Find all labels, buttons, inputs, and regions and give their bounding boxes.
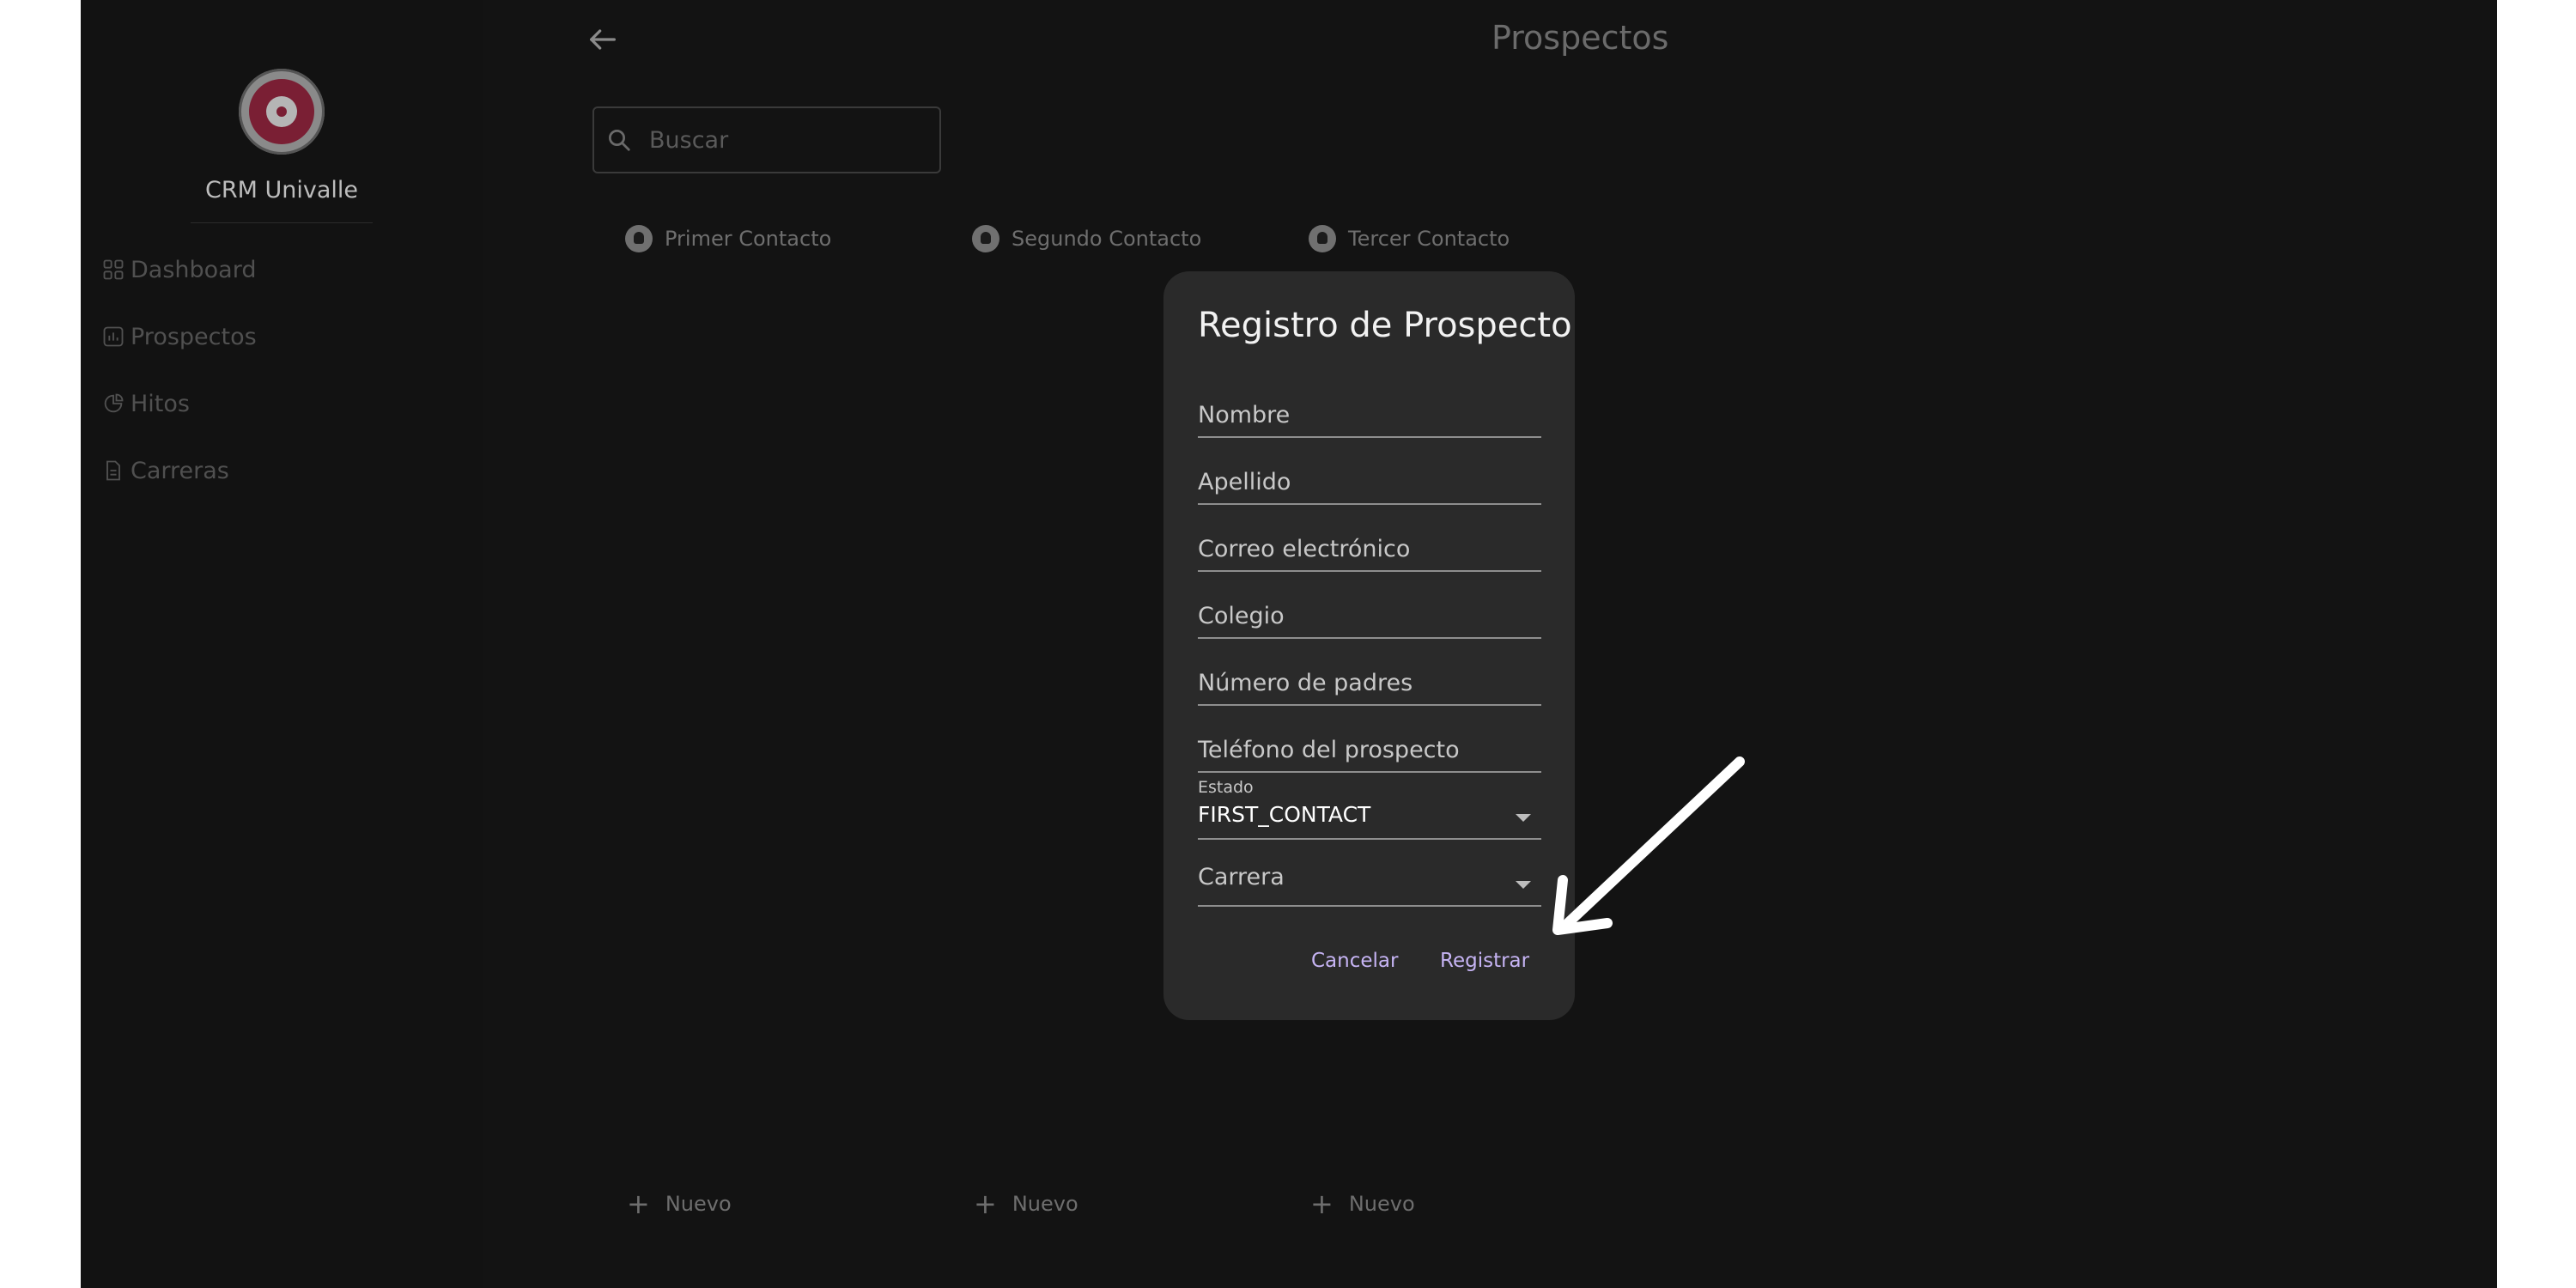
sidebar-item-label: Carreras — [131, 457, 229, 484]
correo-field[interactable]: Correo electrónico — [1198, 503, 1541, 572]
dialog-form: Nombre Apellido Correo electrónico Coleg… — [1163, 271, 1575, 1020]
lightbulb-icon — [1309, 225, 1336, 252]
search-icon — [609, 130, 630, 151]
app-title: CRM Univalle — [204, 177, 358, 204]
field-label: Correo electrónico — [1198, 536, 1411, 562]
colegio-field[interactable]: Colegio — [1198, 570, 1541, 639]
carrera-select[interactable]: Carrera — [1198, 838, 1541, 907]
column-header-segundo-contacto: Segundo Contacto — [972, 225, 1201, 252]
new-card-button[interactable]: + Nuevo — [974, 1190, 1078, 1218]
numero-padres-field[interactable]: Número de padres — [1198, 637, 1541, 706]
plus-icon: + — [627, 1188, 650, 1220]
new-card-label: Nuevo — [1012, 1192, 1078, 1216]
field-label: Nombre — [1198, 402, 1291, 428]
field-label: Colegio — [1198, 603, 1285, 629]
estado-value: FIRST_CONTACT — [1198, 802, 1371, 827]
annotation-arrow-icon — [1552, 756, 1745, 935]
cancel-button[interactable]: Cancelar — [1303, 946, 1406, 975]
field-label: Apellido — [1198, 469, 1291, 495]
univalle-logo — [239, 69, 325, 155]
field-label: Número de padres — [1198, 670, 1413, 696]
nombre-field[interactable]: Nombre — [1198, 369, 1541, 438]
lightbulb-icon — [972, 225, 999, 252]
search-box — [592, 106, 941, 173]
document-icon — [106, 460, 120, 481]
apellido-field[interactable]: Apellido — [1198, 436, 1541, 505]
plus-icon: + — [1310, 1188, 1334, 1220]
field-label: Carrera — [1198, 864, 1285, 890]
app-window: CRM Univalle Dashboard Prospectos Hitos — [81, 0, 2497, 1288]
telefono-field[interactable]: Teléfono del prospecto — [1198, 704, 1541, 773]
arrow-left-icon[interactable] — [586, 22, 620, 57]
sidebar: CRM Univalle Dashboard Prospectos Hitos — [81, 0, 483, 1288]
pie-icon — [104, 393, 124, 413]
field-label: Teléfono del prospecto — [1198, 737, 1460, 763]
new-card-button[interactable]: + Nuevo — [627, 1190, 732, 1218]
register-button[interactable]: Registrar — [1431, 946, 1538, 975]
sidebar-item-label: Dashboard — [131, 256, 257, 283]
sidebar-item-label: Prospectos — [131, 323, 257, 350]
column-header-primer-contacto: Primer Contacto — [625, 225, 831, 252]
page-title: Prospectos — [1492, 19, 1669, 57]
column-title: Tercer Contacto — [1348, 227, 1510, 251]
sidebar-item-prospectos[interactable]: Prospectos — [101, 318, 257, 355]
plus-icon: + — [974, 1188, 997, 1220]
chart-icon — [103, 326, 124, 347]
sidebar-item-hitos[interactable]: Hitos — [101, 385, 190, 422]
new-card-label: Nuevo — [665, 1192, 732, 1216]
new-card-label: Nuevo — [1348, 1192, 1415, 1216]
search-input[interactable] — [647, 120, 926, 160]
lightbulb-icon — [625, 225, 653, 252]
field-label: Estado — [1198, 778, 1254, 797]
estado-select[interactable]: Estado FIRST_CONTACT — [1198, 778, 1541, 840]
sidebar-item-carreras[interactable]: Carreras — [101, 452, 229, 489]
sidebar-item-label: Hitos — [131, 390, 190, 417]
column-title: Segundo Contacto — [1012, 227, 1202, 251]
sidebar-item-dashboard[interactable]: Dashboard — [101, 251, 256, 289]
sidebar-divider — [191, 222, 373, 223]
grid-icon — [103, 259, 124, 280]
column-title: Primer Contacto — [665, 227, 832, 251]
new-card-button[interactable]: + Nuevo — [1310, 1190, 1415, 1218]
column-header-tercer-contacto: Tercer Contacto — [1309, 225, 1510, 252]
